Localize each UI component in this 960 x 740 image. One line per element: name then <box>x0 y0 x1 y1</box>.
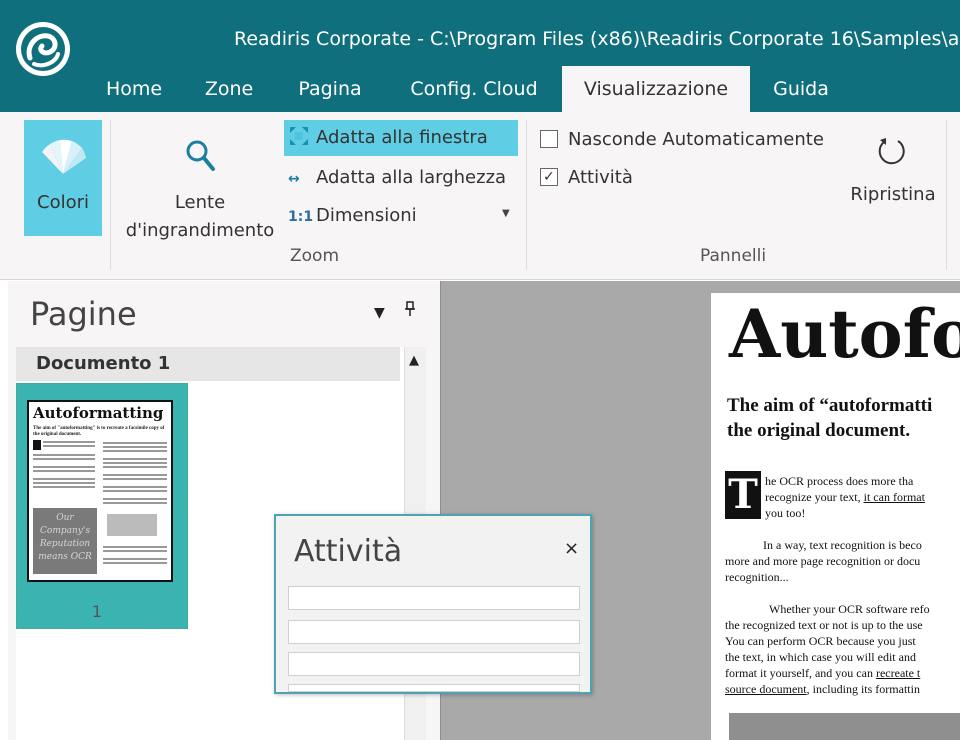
activity-panel-title: Attività <box>294 534 403 569</box>
ripristina-label: Ripristina <box>850 184 936 205</box>
lente-ingrandimento-button[interactable]: Lente d'ingrandimento <box>120 120 280 241</box>
paragraph-line: recognize your text, it can format <box>765 490 925 504</box>
paragraph-line: Whether your OCR software refo <box>769 602 930 616</box>
thumbnail-page: Autoformatting The aim of "autoformattin… <box>27 400 173 582</box>
window-title: Readiris Corporate - C:\Program Files (x… <box>234 28 960 50</box>
paragraph-line: more and more page recognition or docu <box>725 554 921 568</box>
subheading-line: the original document. <box>727 420 911 441</box>
paragraph-line: In a way, text recognition is beco <box>763 538 922 552</box>
paragraph-line: source document, including its formattin <box>725 682 920 696</box>
document-heading: Autofo <box>729 295 960 373</box>
attivita-label: Attività <box>568 167 633 188</box>
color-fan-icon <box>42 139 86 174</box>
close-icon[interactable]: × <box>564 538 579 559</box>
paragraph-line: format it yourself, and you can recreate… <box>725 666 921 680</box>
thumbnail-table <box>107 514 157 536</box>
adatta-larghezza-label: Adatta alla larghezza <box>316 167 507 188</box>
tab-home[interactable]: Home <box>92 66 176 112</box>
activity-row <box>288 586 580 610</box>
ribbon-separator <box>110 120 111 270</box>
ribbon-tabs: Home Zone Pagina Config. Cloud Visualizz… <box>0 66 960 112</box>
activity-row <box>288 652 580 676</box>
adatta-larghezza-button[interactable]: ↔ Adatta alla larghezza <box>284 160 506 196</box>
paragraph-line: he OCR process does more tha <box>765 474 914 488</box>
pannelli-group-label: Pannelli <box>700 246 767 266</box>
tab-visualizzazione[interactable]: Visualizzazione <box>562 66 750 112</box>
reset-icon <box>878 138 905 165</box>
magnifier-icon <box>186 140 215 171</box>
subheading-line: The aim of “autoformatti <box>727 395 933 416</box>
paragraph-line: the recognized text or not is up to the … <box>725 618 923 632</box>
dimensioni-label: Dimensioni <box>316 205 417 226</box>
attivita-checkbox[interactable]: ✓ Attività <box>540 160 633 196</box>
document-image <box>729 713 960 740</box>
nasconde-automaticamente-checkbox[interactable]: Nasconde Automaticamente <box>540 122 824 158</box>
checkbox-box[interactable] <box>540 130 558 148</box>
lente-label-line1: Lente <box>174 192 226 213</box>
paragraph-line: recognition... <box>725 570 789 584</box>
ribbon: Colori Lente d'ingrandimento Adatta alla… <box>0 112 960 280</box>
pages-panel-title: Pagine <box>30 295 137 333</box>
checkbox-box[interactable]: ✓ <box>540 168 558 186</box>
thumbnail-subtitle: The aim of "autoformatting" is to recrea… <box>33 426 165 437</box>
activity-panel[interactable]: Attività × <box>274 514 592 694</box>
dropcap: T <box>725 471 761 519</box>
paragraph-line: the text, in which case you will edit an… <box>725 650 916 664</box>
document-page: Autofo The aim of “autoformatti the orig… <box>711 293 960 740</box>
ripristina-button[interactable]: Ripristina <box>846 122 940 238</box>
page-number: 1 <box>91 602 103 621</box>
panel-dropdown-icon[interactable]: ▼ <box>374 305 385 321</box>
tab-zone[interactable]: Zone <box>190 66 268 112</box>
title-bar: Readiris Corporate - C:\Program Files (x… <box>0 0 960 112</box>
actual-size-icon: 1:1 <box>288 209 314 225</box>
checkmark-icon: ✓ <box>543 169 555 185</box>
ribbon-separator <box>526 120 527 270</box>
paragraph-line: You can perform OCR because you just <box>725 634 916 648</box>
pin-icon[interactable] <box>404 301 416 321</box>
thumbnail-title: Autoformatting <box>33 404 164 422</box>
tab-pagina[interactable]: Pagina <box>284 66 376 112</box>
scroll-up-icon[interactable]: ▲ <box>409 353 419 368</box>
colori-button[interactable]: Colori <box>24 120 102 236</box>
chevron-down-icon[interactable]: ▼ <box>502 208 510 219</box>
tab-config-cloud[interactable]: Config. Cloud <box>396 66 552 112</box>
adatta-finestra-label: Adatta alla finestra <box>316 127 488 148</box>
thumbnail-dropcap <box>33 440 41 450</box>
fit-window-icon <box>288 121 316 157</box>
lente-label-line2: d'ingrandimento <box>125 220 275 241</box>
page-thumbnail[interactable]: Autoformatting The aim of "autoformattin… <box>16 383 188 629</box>
paragraph-line: you too! <box>765 506 806 520</box>
ribbon-separator <box>946 120 947 270</box>
activity-row <box>288 620 580 644</box>
fit-width-icon: ↔ <box>288 171 300 187</box>
adatta-finestra-button[interactable]: Adatta alla finestra <box>284 120 518 156</box>
nasconde-label: Nasconde Automaticamente <box>568 129 824 150</box>
dimensioni-dropdown[interactable]: 1:1 Dimensioni <box>284 198 417 234</box>
zoom-group-label: Zoom <box>290 246 340 266</box>
thumbnail-image-text: Our Company's Reputation means OCR <box>38 513 92 562</box>
tab-guida[interactable]: Guida <box>760 66 842 112</box>
document-subheading: The aim of “autoformatti the original do… <box>727 393 960 443</box>
colori-label: Colori <box>37 192 89 213</box>
thumbnail-image: Our Company's Reputation means OCR <box>33 508 97 574</box>
activity-row <box>288 684 580 692</box>
document-group-header[interactable]: Documento 1 <box>16 347 400 381</box>
